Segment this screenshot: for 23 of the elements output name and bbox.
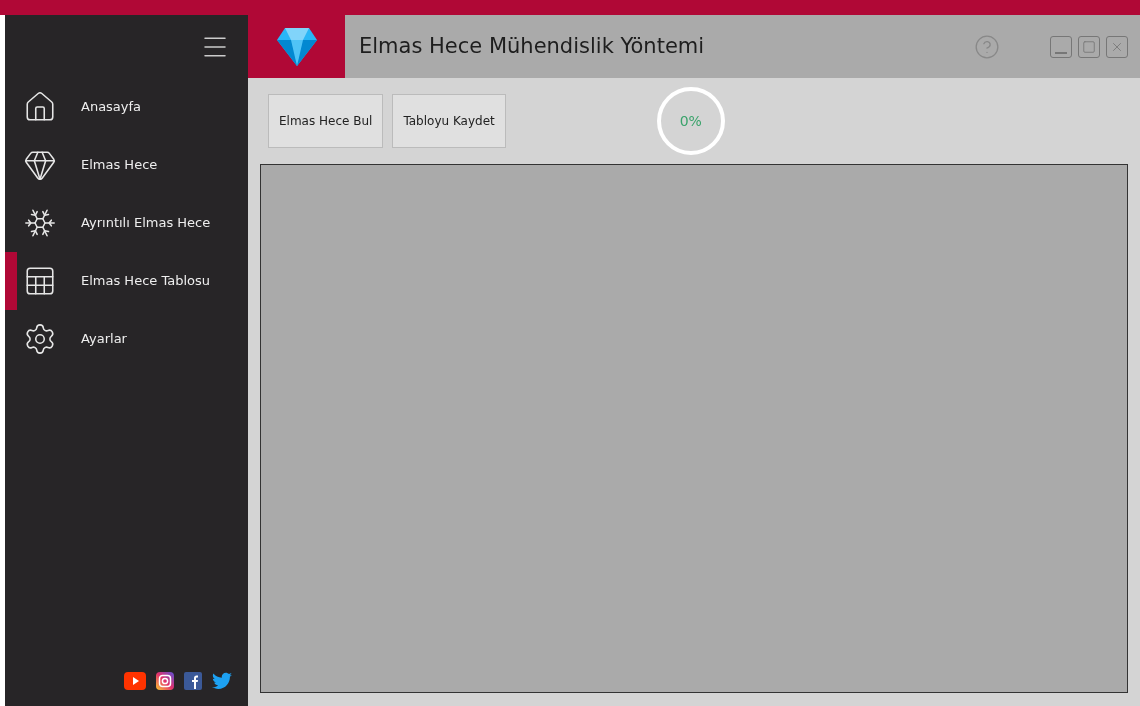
video-play-icon[interactable]: [124, 672, 146, 690]
sidebar-item[interactable]: Ayrıntılı Elmas Hece: [5, 194, 248, 252]
sidebar-label: Ayarlar: [81, 330, 127, 349]
sidebar-label: Elmas Hece Tablosu: [81, 272, 210, 291]
bird-icon[interactable]: [212, 672, 232, 690]
camera-icon[interactable]: [156, 672, 174, 690]
sidebar-item[interactable]: Elmas Hece: [5, 136, 248, 194]
diamond-logo: [276, 27, 317, 66]
progress-percent: 0%: [679, 111, 702, 131]
toolbar-button[interactable]: Elmas Hece Bul: [268, 94, 384, 148]
sidebar-item[interactable]: Anasayfa: [5, 78, 248, 136]
settings-icon: [23, 322, 57, 356]
social-f-icon[interactable]: [184, 672, 202, 690]
diamond-icon: [23, 148, 57, 182]
table-icon: [23, 264, 57, 298]
window-title: Elmas Hece Mühendislik Yöntemi: [359, 32, 705, 60]
sidebar-label: Elmas Hece: [81, 156, 158, 175]
maximize-icon: [1082, 39, 1096, 54]
sidebar-label: Anasayfa: [81, 98, 142, 117]
sidebar-item[interactable]: Ayarlar: [5, 310, 248, 368]
house-icon: [23, 90, 57, 124]
sidebar-label: Ayrıntılı Elmas Hece: [81, 214, 211, 233]
toolbar-button[interactable]: Tabloyu Kaydet: [392, 94, 506, 148]
